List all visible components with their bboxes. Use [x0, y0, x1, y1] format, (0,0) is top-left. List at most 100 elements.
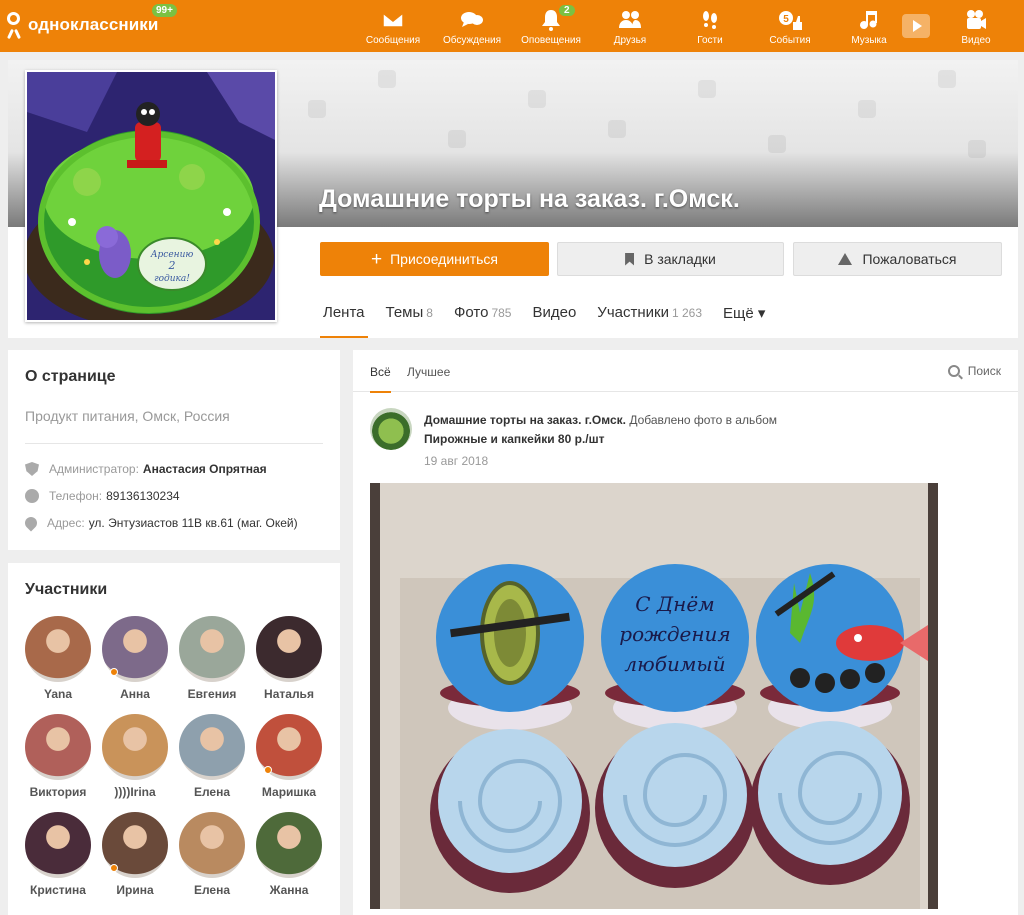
cover-pattern — [378, 70, 396, 88]
nav-guests[interactable]: Гости — [674, 8, 746, 46]
tab-photos[interactable]: Фото 785 — [451, 300, 515, 338]
group-tabs: Лента Темы 8 Фото 785 Видео Участники 1 263… — [320, 300, 783, 338]
location-pin-icon — [22, 514, 40, 532]
tab-more[interactable]: Ещё ▾ — [720, 300, 768, 338]
about-title: О странице — [25, 368, 116, 385]
logo-notification-badge: 99+ — [152, 4, 177, 17]
nav-music[interactable]: Музыка — [833, 8, 905, 46]
nav-label: Оповещения — [521, 35, 581, 46]
feed-search[interactable]: Поиск — [947, 364, 1001, 378]
member-avatar[interactable] — [25, 616, 91, 682]
member-name[interactable]: Анна — [100, 687, 170, 701]
member-name[interactable]: Евгения — [177, 687, 247, 701]
member-avatar[interactable] — [256, 812, 322, 878]
member-card[interactable]: Маришка — [254, 714, 324, 799]
post-author-link[interactable]: Домашние торты на заказ. г.Омск. — [424, 413, 626, 427]
feed-tab-all[interactable]: Всё — [370, 365, 391, 393]
join-button[interactable]: + Присоединиться — [320, 242, 549, 276]
report-button[interactable]: Пожаловаться — [793, 242, 1002, 276]
member-avatar[interactable] — [256, 616, 322, 682]
ok-logo[interactable]: одноклассники 99+ — [6, 4, 177, 40]
member-card[interactable]: Анна — [100, 616, 170, 701]
member-card[interactable]: Елена — [177, 714, 247, 799]
tab-feed[interactable]: Лента — [320, 300, 368, 338]
member-name[interactable]: Ирина — [100, 883, 170, 897]
group-avatar[interactable]: Арсению 2 годика! — [25, 70, 277, 322]
cupcakes-photo: С Днём рождения любимый — [370, 483, 938, 909]
online-indicator — [110, 864, 118, 872]
about-panel: О странице Продукт питания, Омск, Россия… — [8, 350, 340, 550]
cover-pattern — [968, 140, 986, 158]
member-avatar[interactable] — [102, 714, 168, 780]
bookmark-label: В закладки — [644, 251, 716, 267]
notifications-badge: 2 — [559, 5, 575, 16]
member-card[interactable]: Виктория — [23, 714, 93, 799]
member-name[interactable]: ))))Irina — [100, 785, 170, 799]
post-action-text: Добавлено фото в альбом — [629, 413, 778, 427]
category-text: Продукт питания, Омск, Россия — [25, 408, 230, 424]
feed-panel: Всё Лучшее Поиск Домашние торты на заказ… — [353, 350, 1018, 915]
speech-bubbles-icon — [436, 8, 508, 32]
member-name[interactable]: Yana — [23, 687, 93, 701]
bookmark-button[interactable]: В закладки — [557, 242, 784, 276]
member-avatar[interactable] — [179, 812, 245, 878]
member-card[interactable]: Кристина — [23, 812, 93, 897]
nav-label: Видео — [961, 35, 991, 46]
tab-label: Видео — [532, 304, 577, 321]
envelope-icon — [357, 8, 429, 32]
music-note-icon — [833, 8, 905, 32]
nav-notifications[interactable]: 2 Оповещения — [515, 5, 587, 46]
nav-friends[interactable]: Друзья — [594, 8, 666, 46]
member-avatar[interactable] — [25, 714, 91, 780]
admin-link[interactable]: Анастасия Опрятная — [143, 462, 267, 476]
member-card[interactable]: Жанна — [254, 812, 324, 897]
tab-members[interactable]: Участники 1 263 — [594, 300, 705, 338]
member-avatar[interactable] — [25, 812, 91, 878]
member-name[interactable]: Елена — [177, 883, 247, 897]
member-name[interactable]: Маришка — [254, 785, 324, 799]
member-name[interactable]: Жанна — [254, 883, 324, 897]
feed-tab-best[interactable]: Лучшее — [407, 365, 450, 391]
cupcake-text-line-1: С Днём — [635, 592, 715, 616]
member-card[interactable]: Наталья — [254, 616, 324, 701]
shield-icon — [25, 462, 39, 476]
post-photo[interactable]: С Днём рождения любимый — [370, 483, 938, 909]
nav-label: Обсуждения — [442, 35, 502, 46]
cover-pattern — [698, 80, 716, 98]
nav-video[interactable]: Видео — [940, 8, 1012, 46]
video-play-icon[interactable] — [902, 14, 930, 38]
post-album-link[interactable]: Пирожные и капкейки 80 р./шт — [424, 432, 605, 446]
tab-label: Лента — [323, 304, 365, 321]
phone-value: 89136130234 — [106, 489, 180, 503]
cupcake-text-line-2: рождения — [619, 622, 730, 646]
nav-label: Музыка — [851, 35, 887, 46]
cover-pattern — [938, 70, 956, 88]
member-card[interactable]: Yana — [23, 616, 93, 701]
member-name[interactable]: Наталья — [254, 687, 324, 701]
nav-events[interactable]: 5 События — [754, 8, 826, 46]
member-card[interactable]: ))))Irina — [100, 714, 170, 799]
member-name[interactable]: Кристина — [23, 883, 93, 897]
member-card[interactable]: Ирина — [100, 812, 170, 897]
member-name[interactable]: Виктория — [23, 785, 93, 799]
member-card[interactable]: Евгения — [177, 616, 247, 701]
nav-messages[interactable]: Сообщения — [357, 8, 429, 46]
member-avatar[interactable] — [179, 714, 245, 780]
tab-topics[interactable]: Темы 8 — [383, 300, 436, 338]
plus-icon: + — [370, 248, 383, 270]
search-label: Поиск — [967, 364, 1001, 378]
nav-discussions[interactable]: Обсуждения — [436, 8, 508, 46]
member-name[interactable]: Елена — [177, 785, 247, 799]
members-panel: Участники Yana Анна Евгения Наталья Виктория… — [8, 563, 340, 915]
cover-pattern — [448, 130, 466, 148]
member-card[interactable]: Елена — [177, 812, 247, 897]
video-camera-icon — [940, 8, 1012, 32]
footprints-icon — [674, 8, 746, 32]
post-date: 19 авг 2018 — [424, 454, 489, 468]
tab-video[interactable]: Видео — [529, 300, 579, 338]
group-header: Арсению 2 годика! Домашние торты на зака… — [8, 60, 1018, 338]
member-avatar[interactable] — [179, 616, 245, 682]
admin-label: Администратор: — [49, 462, 139, 476]
post-author-avatar[interactable] — [370, 408, 412, 450]
address-label: Адрес: — [47, 516, 85, 530]
